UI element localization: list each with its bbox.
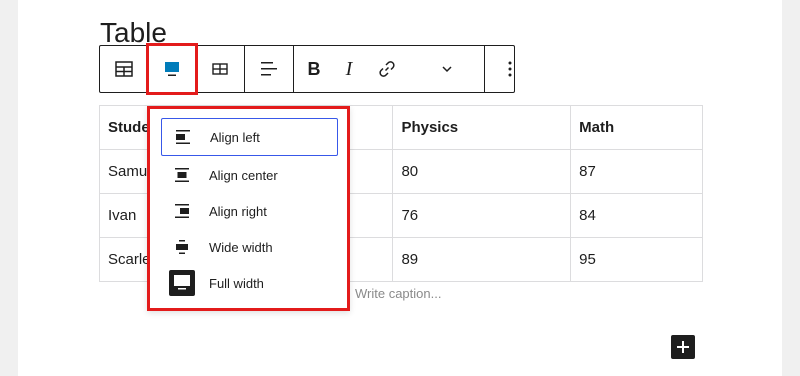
toolbar-group-options [485,46,535,92]
align-full-icon [165,62,179,76]
align-right-icon [169,198,195,224]
align-dropdown-menu: Align left Align center Align right Wide… [147,106,350,311]
link-button[interactable] [364,46,410,92]
link-icon [379,61,395,77]
full-width-label: Full width [209,275,264,291]
toolbar-group-block [100,43,245,95]
wide-width-option[interactable]: Wide width [161,228,338,266]
align-right-option[interactable]: Align right [161,192,338,230]
bold-icon: B [307,58,321,79]
table-header-cell[interactable]: Physics [392,105,572,150]
more-formats-button[interactable] [410,46,484,92]
table-icon [115,61,133,77]
table-cell[interactable]: 84 [570,193,703,238]
table-header-cell[interactable]: Math [570,105,703,150]
align-center-label: Align center [209,167,278,183]
full-width-icon [169,270,195,296]
align-left-label: Align left [210,129,260,145]
align-button[interactable] [146,43,198,95]
plus-icon [677,341,689,353]
table-cell[interactable]: 87 [570,149,703,194]
full-width-option[interactable]: Full width [161,264,338,302]
bold-button[interactable]: B [294,46,334,92]
edit-table-button[interactable] [196,46,244,92]
align-left-icon [261,62,277,76]
table-caption-placeholder[interactable]: Write caption... [355,286,441,301]
edit-table-icon [212,63,228,75]
align-left-option[interactable]: Align left [161,118,338,156]
add-block-button[interactable] [671,335,695,359]
align-right-label: Align right [209,203,267,219]
table-cell[interactable]: 80 [392,149,572,194]
toolbar-group-format: B I [294,46,485,92]
align-left-icon [170,124,196,150]
table-cell[interactable]: 76 [392,193,572,238]
more-options-icon [508,61,512,77]
chevron-down-icon [442,66,452,73]
block-toolbar: B I [99,43,515,95]
align-center-icon [169,162,195,188]
align-column-button[interactable] [245,46,293,92]
wide-width-label: Wide width [209,239,273,255]
italic-button[interactable]: I [334,46,364,92]
table-cell[interactable]: 89 [392,237,572,282]
toolbar-group-column [245,46,294,92]
wide-width-icon [169,234,195,260]
table-block-button[interactable] [100,46,148,92]
table-cell[interactable]: 95 [570,237,703,282]
align-center-option[interactable]: Align center [161,156,338,194]
options-button[interactable] [485,46,535,92]
italic-icon: I [345,57,353,80]
